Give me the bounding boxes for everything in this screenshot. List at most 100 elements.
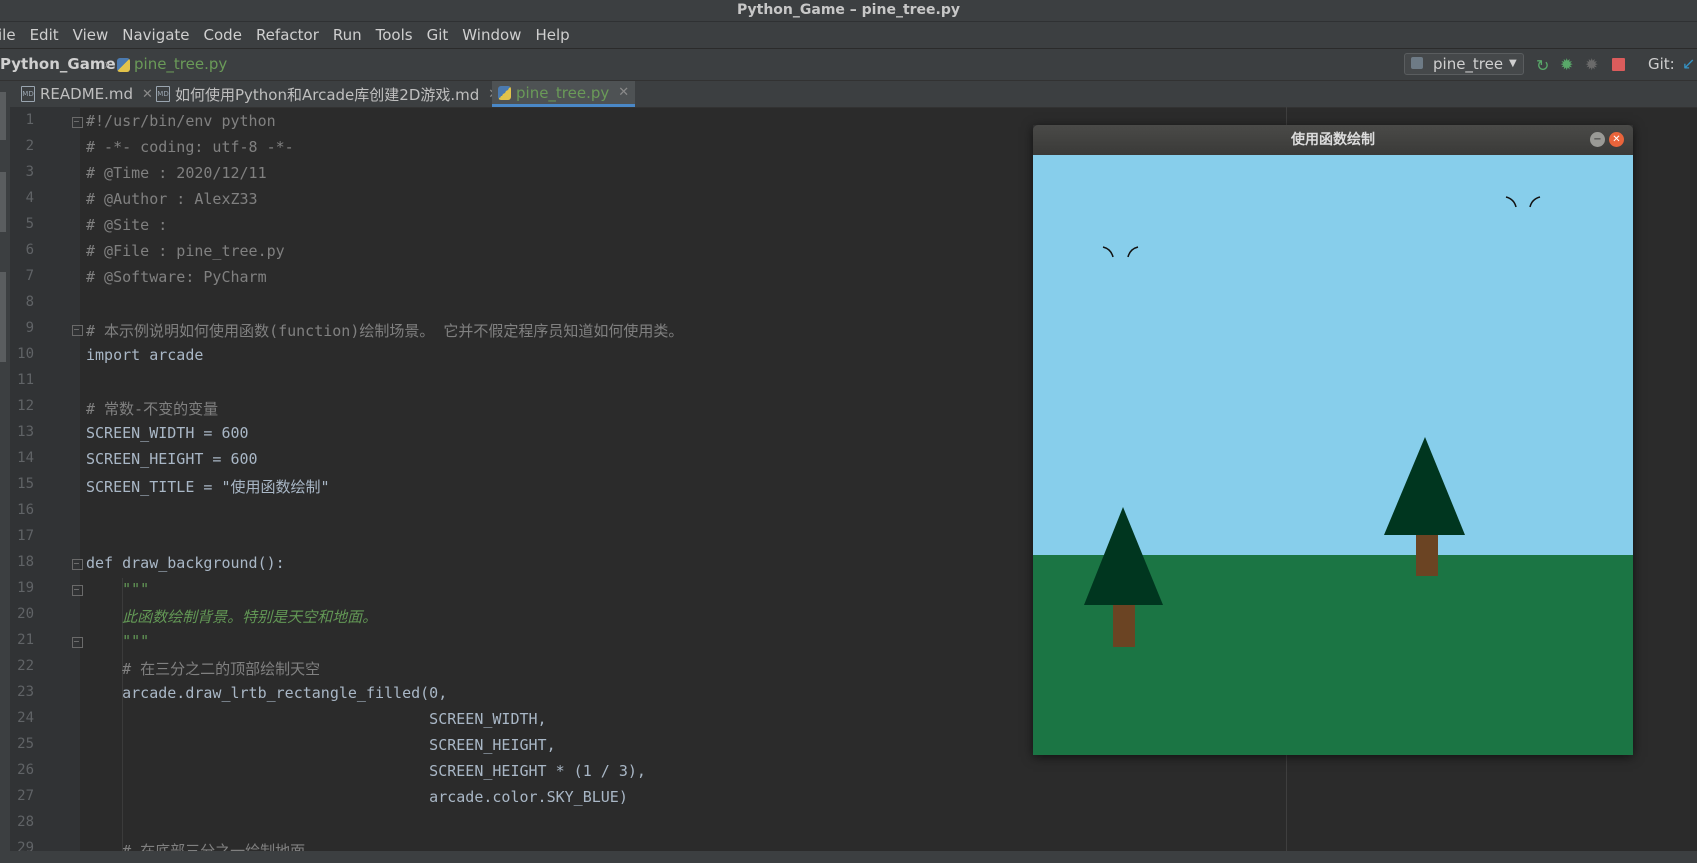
breadcrumb-separator: › — [104, 57, 110, 73]
git-label: Git: — [1648, 55, 1675, 73]
line-number: 17 — [17, 528, 34, 544]
code-line[interactable]: SCREEN_WIDTH = 600 — [86, 424, 249, 442]
line-number: 27 — [17, 788, 34, 804]
line-number: 25 — [17, 736, 34, 752]
arcade-window[interactable]: 使用函数绘制 − ✕ — [1033, 125, 1633, 755]
code-line[interactable]: # @Site : — [86, 216, 167, 234]
line-number: 15 — [17, 476, 34, 492]
game-canvas[interactable] — [1033, 155, 1633, 755]
line-number: 20 — [17, 606, 34, 622]
code-line[interactable]: def draw_background(): — [86, 554, 285, 572]
git-update-icon[interactable]: ↙ — [1682, 54, 1695, 73]
line-number: 12 — [17, 398, 34, 414]
line-number: 2 — [25, 138, 34, 154]
code-line[interactable]: SCREEN_HEIGHT * (1 / 3), — [86, 762, 646, 780]
code-line[interactable]: SCREEN_WIDTH, — [86, 710, 546, 728]
tab-label: README.md — [40, 85, 134, 103]
project-tool-tab[interactable] — [0, 92, 6, 140]
chevron-down-icon: ▼ — [1509, 58, 1517, 69]
menu-file[interactable]: ile — [0, 26, 16, 44]
menu-refactor[interactable]: Refactor — [256, 26, 319, 44]
line-number: 16 — [17, 502, 34, 518]
menu-code[interactable]: Code — [204, 26, 242, 44]
pull-requests-tool-tab[interactable] — [0, 272, 6, 362]
menu-navigate[interactable]: Navigate — [122, 26, 189, 44]
code-line[interactable]: #!/usr/bin/env python — [86, 112, 276, 130]
fold-marker[interactable]: − — [72, 117, 83, 128]
fold-marker[interactable]: − — [72, 559, 83, 570]
menu-edit[interactable]: Edit — [30, 26, 59, 44]
python-config-icon — [1411, 57, 1423, 69]
markdown-file-icon: MD — [156, 86, 170, 102]
code-line[interactable]: arcade.color.SKY_BLUE) — [86, 788, 628, 806]
code-line[interactable]: """ — [86, 632, 149, 650]
code-line[interactable]: """ — [86, 580, 149, 598]
code-line[interactable]: SCREEN_HEIGHT = 600 — [86, 450, 258, 468]
line-number: 9 — [25, 320, 34, 336]
stop-icon[interactable] — [1612, 58, 1625, 71]
tab-pine-tree[interactable]: pine_tree.py ✕ — [492, 81, 636, 107]
code-line[interactable]: SCREEN_TITLE = "使用函数绘制" — [86, 476, 330, 497]
code-line[interactable]: import arcade — [86, 346, 203, 364]
code-line[interactable]: arcade.draw_lrtb_rectangle_filled(0, — [86, 684, 447, 702]
code-line[interactable]: # @Author : AlexZ33 — [86, 190, 258, 208]
line-number: 4 — [25, 190, 34, 206]
fold-marker[interactable]: − — [72, 325, 83, 336]
close-icon[interactable]: ✕ — [1609, 132, 1624, 147]
status-bar — [0, 851, 1697, 863]
menu-tools[interactable]: Tools — [376, 26, 413, 44]
line-number: 26 — [17, 762, 34, 778]
breadcrumb-project[interactable]: Python_Game — [0, 55, 116, 73]
close-icon[interactable]: ✕ — [618, 85, 629, 100]
python-file-icon — [117, 58, 130, 72]
breadcrumb-file[interactable]: pine_tree.py — [134, 55, 227, 73]
tree-trunk — [1113, 605, 1135, 647]
tab-label: 如何使用Python和Arcade库创建2D游戏.md — [175, 85, 480, 104]
line-number: 21 — [17, 632, 34, 648]
fold-marker[interactable]: − — [72, 637, 83, 648]
line-number: 19 — [17, 580, 34, 596]
fold-marker[interactable]: − — [72, 585, 83, 596]
code-line[interactable]: # 常数-不变的变量 — [86, 398, 218, 419]
arcade-window-title: 使用函数绘制 — [1291, 132, 1375, 148]
window-title: Python_Game – pine_tree.py — [737, 2, 960, 18]
code-line[interactable]: # -*- coding: utf-8 -*- — [86, 138, 294, 156]
run-config-label: pine_tree — [1433, 55, 1504, 73]
code-line[interactable]: # @Software: PyCharm — [86, 268, 267, 286]
menu-bar: ile Edit View Navigate Code Refactor Run… — [0, 22, 1697, 48]
tree-trunk — [1416, 534, 1438, 576]
line-number: 3 — [25, 164, 34, 180]
debug-icon[interactable]: ✹ — [1560, 55, 1573, 74]
line-number: 11 — [17, 372, 34, 388]
rerun-icon[interactable]: ↻ — [1536, 56, 1549, 75]
menu-run[interactable]: Run — [333, 26, 362, 44]
line-number: 5 — [25, 216, 34, 232]
tab-arcade-guide[interactable]: MD 如何使用Python和Arcade库创建2D游戏.md ✕ — [156, 81, 499, 107]
code-line[interactable]: # 在三分之二的顶部绘制天空 — [86, 658, 320, 679]
line-number: 7 — [25, 268, 34, 284]
close-icon[interactable]: ✕ — [142, 87, 153, 102]
arcade-window-title-bar[interactable]: 使用函数绘制 − ✕ — [1033, 125, 1633, 155]
line-number: 23 — [17, 684, 34, 700]
code-line[interactable]: 此函数绘制背景。特别是天空和地面。 — [86, 606, 377, 627]
line-number: 28 — [17, 814, 34, 830]
structure-tool-tab[interactable] — [0, 172, 6, 232]
coverage-icon[interactable]: ✹ — [1585, 55, 1598, 74]
menu-git[interactable]: Git — [427, 26, 449, 44]
code-line[interactable]: SCREEN_HEIGHT, — [86, 736, 555, 754]
tab-readme[interactable]: MD README.md ✕ — [21, 81, 153, 107]
python-file-icon — [498, 85, 511, 100]
line-number: 10 — [17, 346, 34, 362]
line-number: 14 — [17, 450, 34, 466]
line-number: 6 — [25, 242, 34, 258]
code-line[interactable]: # @Time : 2020/12/11 — [86, 164, 267, 182]
menu-view[interactable]: View — [73, 26, 109, 44]
line-number: 1 — [25, 112, 34, 128]
minimize-icon[interactable]: − — [1590, 132, 1605, 147]
menu-window[interactable]: Window — [462, 26, 521, 44]
code-line[interactable]: # 本示例说明如何使用函数(function)绘制场景。 它并不假定程序员知道如… — [86, 320, 683, 341]
markdown-file-icon: MD — [21, 86, 35, 102]
run-configuration-select[interactable]: pine_tree ▼ — [1404, 53, 1524, 75]
code-line[interactable]: # @File : pine_tree.py — [86, 242, 285, 260]
menu-help[interactable]: Help — [535, 26, 569, 44]
